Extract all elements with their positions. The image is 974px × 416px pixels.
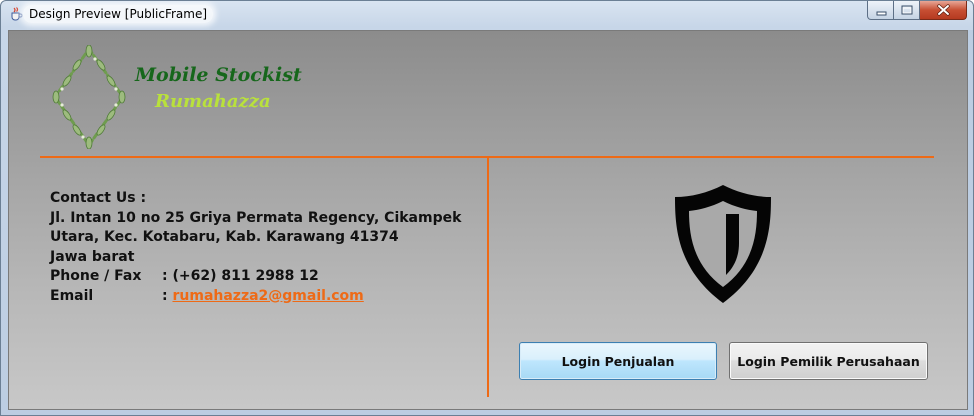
window-title: Design Preview [PublicFrame] — [23, 5, 214, 23]
phone-value: : (+62) 811 2988 12 — [162, 268, 319, 284]
title-bar[interactable]: Design Preview [PublicFrame] — [1, 1, 973, 27]
window-border — [968, 30, 973, 410]
shield-icon — [675, 185, 771, 303]
contact-info: Contact Us : Jl. Intan 10 no 25 Griya Pe… — [50, 189, 461, 306]
address-line-2: Utara, Kec. Kotabaru, Kab. Karawang 4137… — [50, 229, 399, 245]
minimize-button[interactable] — [867, 1, 894, 20]
address-line-3: Jawa barat — [50, 248, 135, 265]
app-window: Design Preview [PublicFrame] Mobile Stoc… — [0, 0, 974, 416]
email-label: Email — [50, 287, 94, 304]
main-panel: Mobile Stockist Rumahazza Contact Us : J… — [8, 30, 968, 410]
close-icon — [937, 4, 950, 16]
brand-subtitle: Rumahazza — [155, 91, 271, 112]
email-colon: : — [162, 287, 168, 304]
phone-row: Phone / Fax : (+62) 811 2988 12 — [50, 267, 461, 287]
close-button[interactable] — [920, 1, 967, 20]
maximize-icon — [901, 5, 913, 15]
login-pemilik-button[interactable]: Login Pemilik Perusahaan — [729, 342, 928, 380]
contact-heading: Contact Us : — [50, 190, 147, 206]
address-line-1: Jl. Intan 10 no 25 Griya Permata Regency… — [50, 209, 462, 226]
login-penjualan-button[interactable]: Login Penjualan — [519, 342, 717, 380]
java-cup-icon[interactable] — [8, 6, 24, 22]
vertical-divider — [487, 157, 489, 397]
phone-label: Phone / Fax — [50, 268, 142, 284]
leaf-wreath-diamond-logo — [52, 45, 126, 149]
email-link[interactable]: rumahazza2@gmail.com — [172, 288, 363, 304]
email-row: Email: rumahazza2@gmail.com — [50, 287, 461, 307]
minimize-icon — [876, 11, 887, 16]
brand-title: Mobile Stockist — [135, 64, 302, 86]
maximize-button[interactable] — [894, 1, 920, 20]
